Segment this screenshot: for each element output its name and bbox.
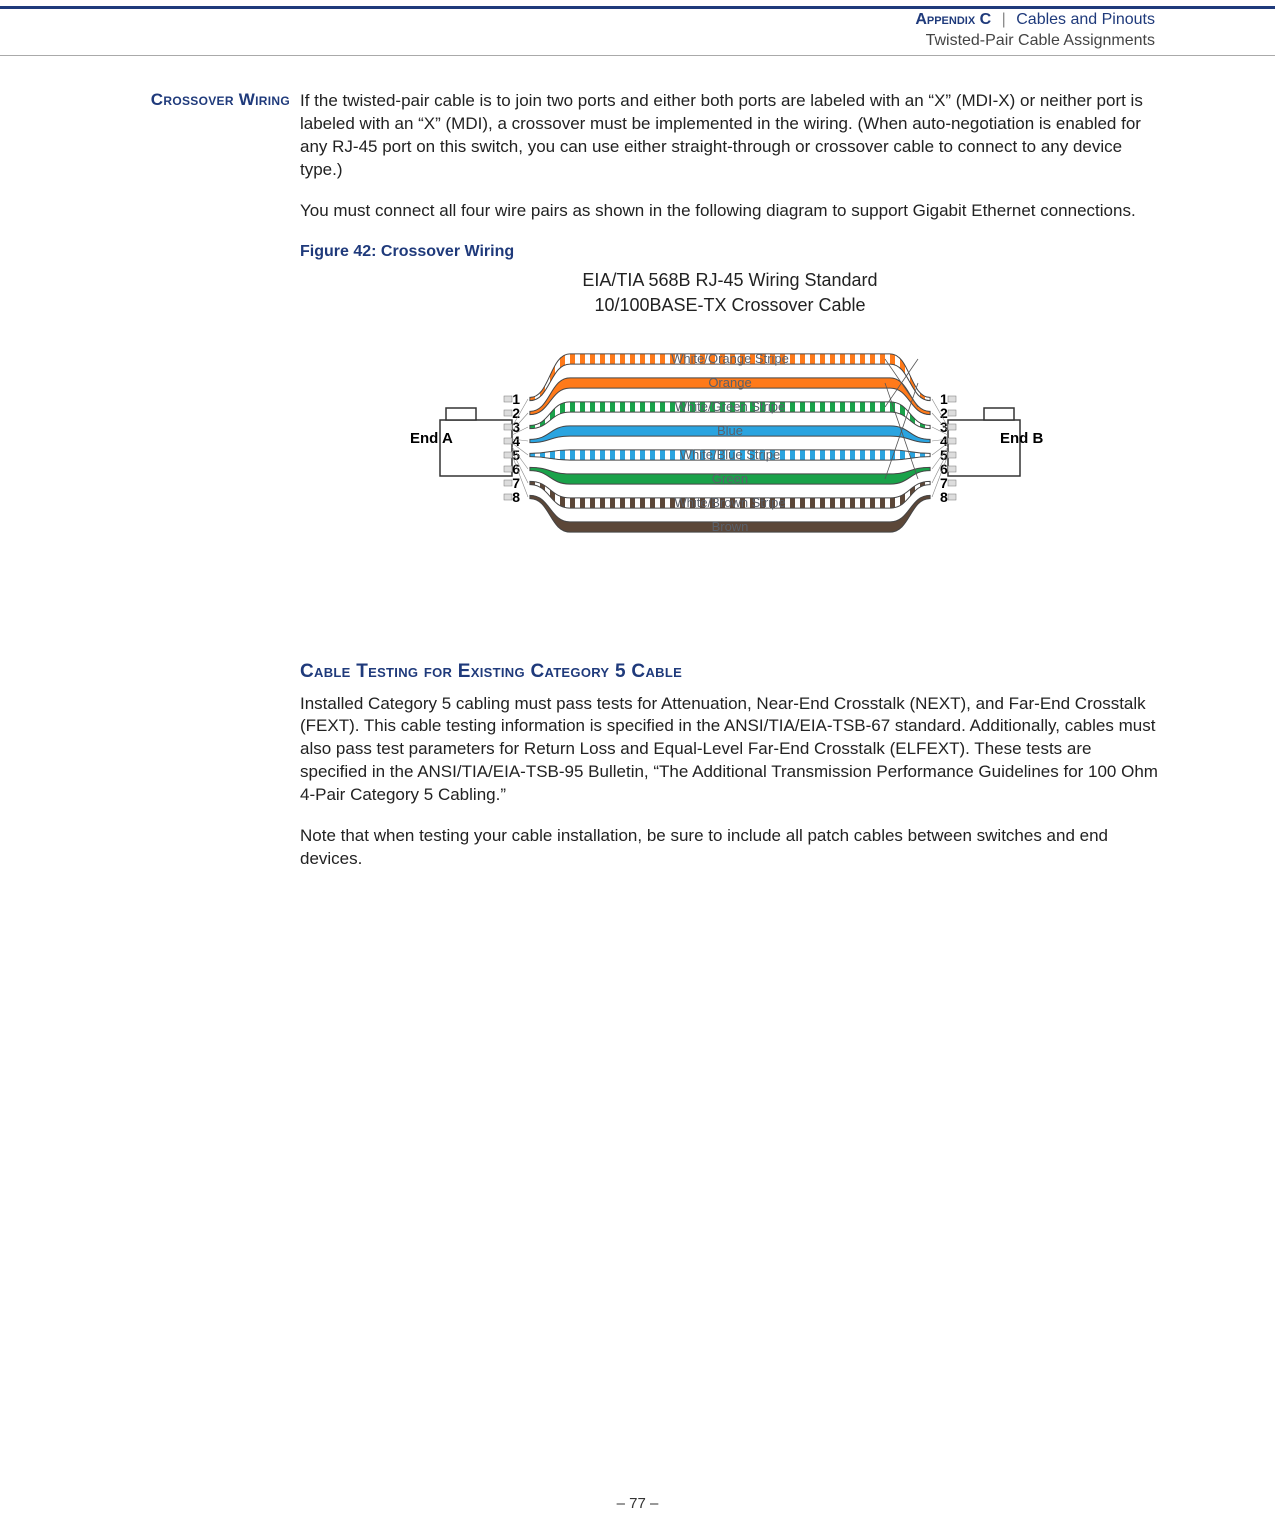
header-rule-top	[0, 6, 1275, 9]
header-separator: |	[1002, 11, 1006, 28]
section-crossover-wiring: Crossover Wiring If the twisted-pair cab…	[110, 90, 1160, 889]
wire-label-3: White/Green Stripe	[675, 399, 786, 414]
header-subsection: Twisted-Pair Cable Assignments	[915, 31, 1155, 52]
diagram-title-line1: EIA/TIA 568B RJ-45 Wiring Standard	[582, 270, 877, 290]
para-testing-1: Installed Category 5 cabling must pass t…	[300, 693, 1160, 808]
running-header: Appendix C | Cables and Pinouts Twisted-…	[915, 10, 1155, 52]
wire-label-5: White/Blue Stripe	[680, 447, 780, 462]
wire-label-7: White/Brown Stripe	[674, 495, 785, 510]
document-page: Appendix C | Cables and Pinouts Twisted-…	[0, 0, 1275, 1532]
body-column: If the twisted-pair cable is to join two…	[300, 90, 1160, 889]
label-end-a: End A	[410, 430, 453, 447]
wiring-diagram: White/Orange Stripe Orange White/Green Str…	[380, 329, 1080, 619]
wire-label-6: Green	[712, 471, 748, 486]
wire-label-4: Blue	[717, 423, 743, 438]
pin-a-8: 8	[512, 489, 520, 505]
label-end-b: End B	[1000, 430, 1043, 447]
figure-caption: Figure 42: Crossover Wiring	[300, 241, 1160, 263]
para-crossover-2: You must connect all four wire pairs as …	[300, 200, 1160, 223]
para-crossover-1: If the twisted-pair cable is to join two…	[300, 90, 1160, 182]
para-testing-2: Note that when testing your cable instal…	[300, 825, 1160, 871]
diagram-title: EIA/TIA 568B RJ-45 Wiring Standard 10/10…	[380, 268, 1080, 317]
diagram-title-line2: 10/100BASE-TX Crossover Cable	[594, 295, 865, 315]
side-heading-crossover: Crossover Wiring	[110, 90, 300, 110]
page-footer: – 77 –	[0, 1495, 1275, 1512]
content-area: Crossover Wiring If the twisted-pair cab…	[110, 90, 1160, 889]
diagram-container: EIA/TIA 568B RJ-45 Wiring Standard 10/10…	[380, 268, 1080, 619]
subheading-cable-testing: Cable Testing for Existing Category 5 Ca…	[300, 659, 1160, 685]
header-rule-bottom	[0, 55, 1275, 56]
pin-b-8: 8	[940, 489, 948, 505]
header-chapter: Cables and Pinouts	[1016, 11, 1155, 28]
header-appendix: Appendix C	[915, 11, 991, 28]
wire-label-8: Brown	[712, 519, 749, 534]
wire-label-2: Orange	[708, 375, 751, 390]
page-number: – 77 –	[617, 1495, 659, 1512]
wire-label-1: White/Orange Stripe	[671, 351, 789, 366]
